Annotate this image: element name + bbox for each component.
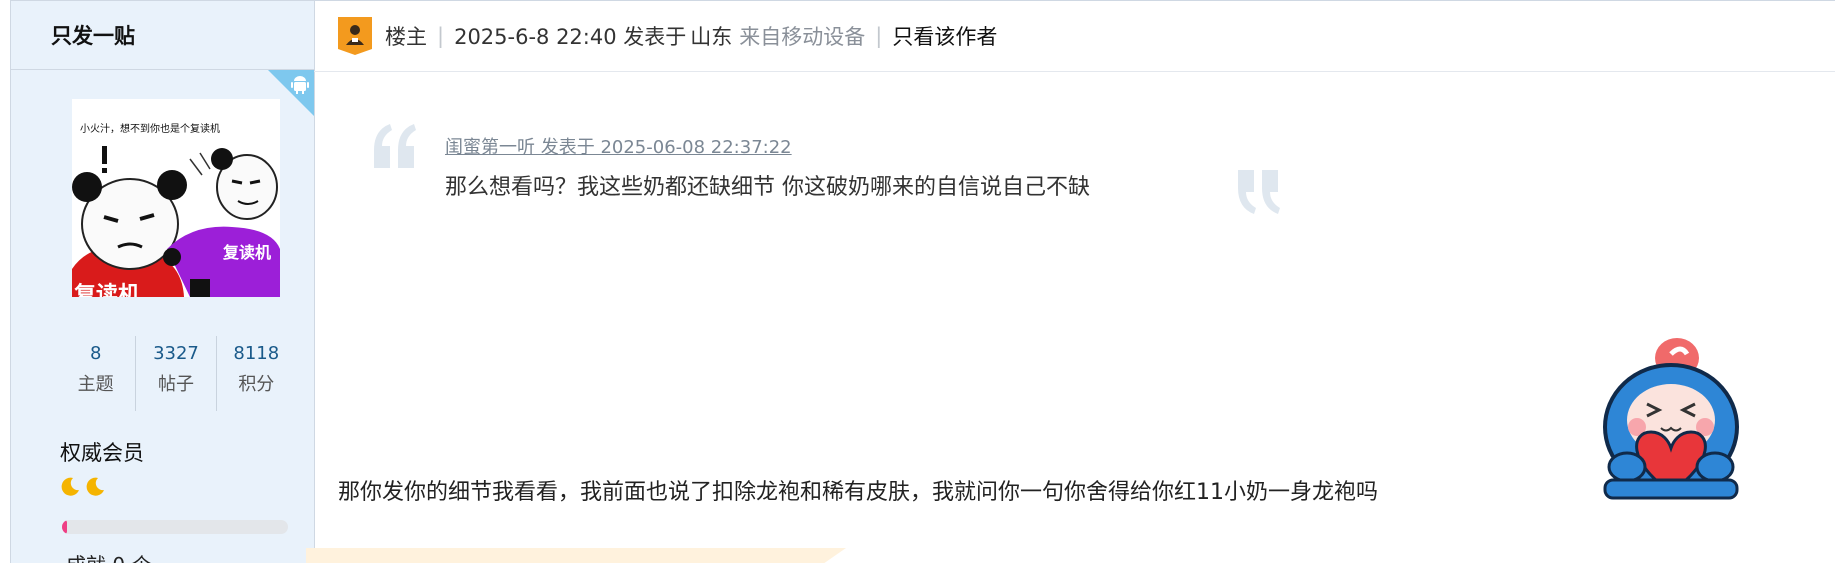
- moon-icon: [61, 477, 79, 496]
- close-quote-icon: [1238, 170, 1280, 214]
- quote-author-link[interactable]: 闺蜜第一听 发表于 2025-06-08 22:37:22: [445, 133, 792, 159]
- rank-icons: [59, 475, 106, 497]
- rank-progress-fill: [62, 520, 67, 534]
- reply-text: 那你发你的细节我看看，我前面也说了扣除龙袍和稀有皮肤，我就问你一句你舍得给你红1…: [338, 480, 1378, 505]
- stat-posts-value: 3327: [153, 343, 199, 364]
- only-author-link[interactable]: 只看该作者: [892, 21, 997, 51]
- avatar-label-left: 复读机: [74, 283, 141, 297]
- next-post-highlight: [306, 548, 846, 563]
- author-avatar[interactable]: 小火汁，想不到你也是个复读机 复读机 复读机: [72, 99, 280, 297]
- stat-credits-label: 积分: [238, 374, 275, 395]
- avatar-illustration: [72, 146, 280, 297]
- stat-threads[interactable]: 8 主题: [56, 336, 135, 411]
- quote-text: 那么想看吗？我这些奶都还缺细节 你这破奶哪来的自信说自己不缺: [445, 175, 1090, 200]
- owner-badge-icon: [338, 16, 372, 55]
- post-location: 山东: [690, 24, 733, 49]
- author-header: 只发一贴: [11, 1, 314, 70]
- post-device: 来自移动设备: [739, 24, 866, 49]
- stat-threads-value: 8: [89, 343, 102, 364]
- post-header: 楼主 | 2025-6-8 22:40 发表于 山东 来自移动设备 | 只看该作…: [314, 0, 1835, 72]
- post-time: 2025-6-8 22:40 发表于: [454, 24, 687, 49]
- stat-threads-label: 主题: [77, 374, 114, 395]
- author-name[interactable]: 只发一贴: [51, 20, 135, 50]
- avatar-label-right: 复读机: [223, 243, 272, 262]
- rank-progress-bar: [62, 520, 288, 534]
- heart-hug-sticker: [1603, 338, 1739, 500]
- stat-posts[interactable]: 3327 帖子: [135, 336, 215, 411]
- author-stats: 8 主题 3327 帖子 8118 积分: [56, 336, 296, 411]
- open-quote-icon: [374, 124, 416, 168]
- achievement-count: 成就 0 个: [66, 549, 151, 563]
- member-rank[interactable]: 权威会员: [60, 437, 144, 467]
- stat-credits[interactable]: 8118 积分: [215, 336, 296, 411]
- android-icon: [291, 76, 309, 94]
- owner-label: 楼主: [385, 24, 427, 49]
- author-panel: 只发一贴 小火汁，想不到你也是个复读机 复读机 复读机 8 主题 3327 帖子…: [10, 1, 315, 563]
- divider: |: [437, 23, 445, 48]
- divider: |: [875, 23, 883, 48]
- moon-icon: [86, 477, 104, 496]
- stat-credits-value: 8118: [233, 343, 280, 364]
- stat-posts-label: 帖子: [157, 374, 194, 395]
